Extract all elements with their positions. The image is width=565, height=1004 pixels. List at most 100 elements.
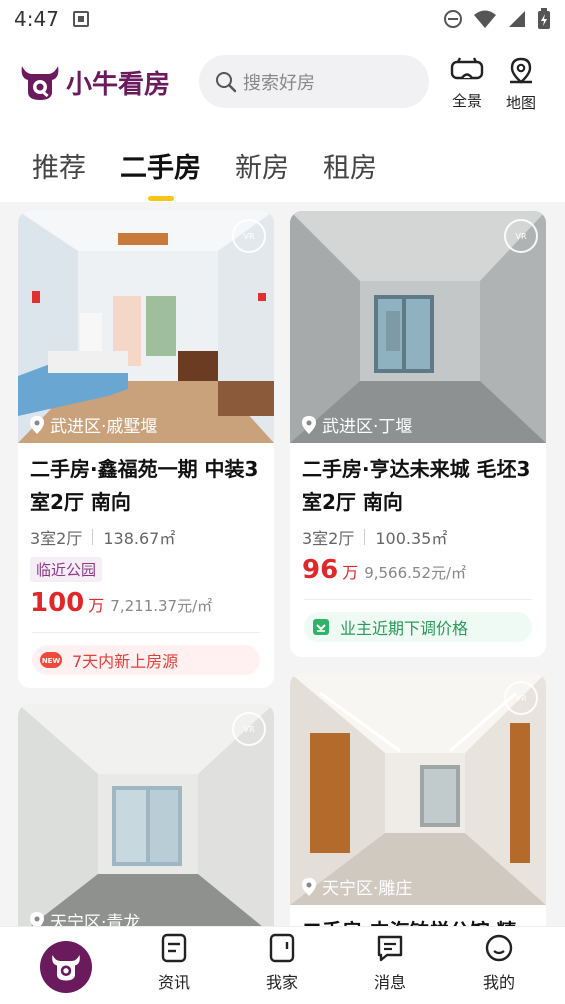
bull-logo-icon: [52, 955, 80, 981]
listing-location: 天宁区·青龙: [30, 908, 140, 926]
price-value: 96: [302, 555, 339, 585]
nav-label: 我家: [265, 973, 298, 992]
message-icon: [377, 935, 403, 962]
panorama-button[interactable]: 全景: [447, 56, 487, 111]
unit-price: 9,566.52元/㎡: [364, 564, 467, 582]
listing-card[interactable]: VR 天宁区·雕庄 二手房·中海铂悦公馆 精: [290, 673, 546, 926]
listing-card[interactable]: VR 天宁区·青龙: [18, 704, 274, 926]
listing-card[interactable]: VR 武进区·丁堰 二手房·亨达未来城 毛坯3室2厅 南向 3室2厅 100.3…: [290, 211, 546, 657]
listing-photo[interactable]: VR: [18, 704, 274, 926]
nav-label: 消息: [373, 973, 406, 992]
nav-messages[interactable]: 消息: [362, 933, 418, 993]
panorama-label: 全景: [451, 92, 482, 110]
status-bar: 4:47: [0, 0, 565, 38]
status-icons: [443, 8, 551, 30]
price-drop-badge: 业主近期下调价格: [304, 612, 532, 642]
nav-profile[interactable]: 我的: [471, 933, 527, 993]
location-pin-icon: [302, 877, 316, 896]
new-icon: NEW: [40, 652, 62, 668]
search-input[interactable]: 搜索好房: [199, 55, 429, 108]
listing-area: 100.35㎡: [375, 529, 448, 548]
tab-label: 新房: [235, 153, 289, 184]
price-value: 100: [30, 588, 85, 618]
home-button[interactable]: [40, 941, 92, 993]
location-text: 武进区·丁堰: [322, 417, 413, 437]
location-text: 天宁区·青龙: [50, 913, 141, 926]
listing-specs: 3室2厅 138.67㎡: [18, 519, 274, 549]
tab-label: 二手房: [120, 153, 201, 184]
location-text: 武进区·戚墅堰: [50, 417, 158, 437]
home-icon: [269, 933, 295, 963]
card-divider: [304, 599, 532, 600]
app-logo[interactable]: 小牛看房: [18, 62, 170, 102]
price-drop-icon: [313, 619, 329, 635]
listing-photo[interactable]: VR 天宁区·雕庄: [290, 673, 546, 905]
app-logo-text: 小牛看房: [66, 69, 171, 100]
listing-layout: 3室2厅: [302, 529, 355, 548]
search-icon: [216, 71, 237, 92]
listing-price: 100 万 7,211.37元/㎡: [18, 582, 274, 618]
wifi-icon: [474, 10, 496, 28]
nav-label: 我的: [482, 973, 515, 992]
vr-tour-icon[interactable]: VR: [504, 681, 538, 715]
tab-recommend[interactable]: 推荐: [32, 146, 86, 185]
listing-title: 二手房·鑫福苑一期 中装3室2厅 南向: [30, 457, 259, 514]
listing-layout: 3室2厅: [30, 529, 83, 548]
battery-icon: [538, 8, 550, 29]
smile-icon: [485, 934, 513, 962]
notification-icon: [72, 11, 89, 27]
listing-location: 天宁区·雕庄: [302, 874, 412, 899]
nav-news[interactable]: 资讯: [146, 933, 202, 993]
news-icon: [161, 933, 187, 963]
listing-specs: 3室2厅 100.35㎡: [290, 519, 546, 549]
card-divider: [32, 632, 260, 633]
signal-icon: [509, 11, 525, 27]
location-pin-icon: [30, 415, 44, 434]
badge-text: 业主近期下调价格: [340, 619, 469, 638]
badge-text: 7天内新上房源: [72, 652, 179, 671]
vr-headset-icon: [450, 57, 484, 80]
bottom-nav: 资讯 我家 消息 我的: [0, 926, 565, 1004]
new-listing-badge: NEW 7天内新上房源: [32, 645, 260, 675]
map-label: 地图: [505, 94, 536, 112]
tab-label: 租房: [323, 153, 377, 184]
vr-tour-icon[interactable]: VR: [232, 219, 266, 253]
divider: [364, 529, 366, 545]
nav-my-home[interactable]: 我家: [254, 933, 310, 993]
new-icon-text: NEW: [42, 657, 61, 665]
divider: [92, 529, 94, 545]
listing-location: 武进区·丁堰: [302, 412, 412, 437]
tab-rentals[interactable]: 租房: [323, 146, 377, 185]
search-placeholder: 搜索好房: [243, 72, 315, 94]
dnd-icon: [444, 10, 462, 28]
location-pin-icon: [302, 415, 316, 434]
category-tabs: 推荐 二手房 新房 租房: [32, 146, 377, 201]
unit-price: 7,211.37元/㎡: [110, 597, 213, 615]
listing-photo[interactable]: VR 武进区·丁堰: [290, 211, 546, 443]
bull-logo-icon: [21, 66, 59, 100]
price-unit: 万: [88, 596, 105, 615]
map-pin-icon: [510, 57, 532, 84]
nav-label: 资讯: [157, 973, 190, 992]
listing-location: 武进区·戚墅堰: [30, 412, 157, 437]
location-pin-icon: [30, 911, 44, 926]
listing-title: 二手房·中海铂悦公馆 精: [290, 905, 546, 926]
map-button[interactable]: 地图: [501, 56, 541, 113]
listing-photo[interactable]: VR 武进区·戚墅堰: [18, 211, 274, 443]
listing-card[interactable]: VR 武进区·戚墅堰 二手房·鑫福苑一期 中装3室2厅 南向 3室2厅 138.…: [18, 211, 274, 688]
listing-feed[interactable]: VR 武进区·戚墅堰 二手房·鑫福苑一期 中装3室2厅 南向 3室2厅 138.…: [0, 202, 565, 926]
listing-area: 138.67㎡: [103, 529, 176, 548]
listing-tag: 临近公园: [30, 557, 103, 582]
tab-secondhand[interactable]: 二手房: [120, 146, 201, 201]
vr-tour-icon[interactable]: VR: [232, 712, 266, 746]
tab-new-homes[interactable]: 新房: [235, 146, 289, 185]
price-unit: 万: [342, 563, 359, 582]
app-header: 小牛看房 搜索好房 全景 地图 推荐 二手房 新房 租房: [0, 38, 565, 202]
listing-title: 二手房·亨达未来城 毛坯3室2厅 南向: [302, 457, 531, 514]
vr-tour-icon[interactable]: VR: [504, 219, 538, 253]
location-text: 天宁区·雕庄: [322, 879, 413, 899]
status-time: 4:47: [14, 7, 59, 31]
tab-label: 推荐: [32, 153, 86, 184]
listing-price: 96 万 9,566.52元/㎡: [290, 549, 546, 585]
tab-indicator: [148, 196, 174, 201]
